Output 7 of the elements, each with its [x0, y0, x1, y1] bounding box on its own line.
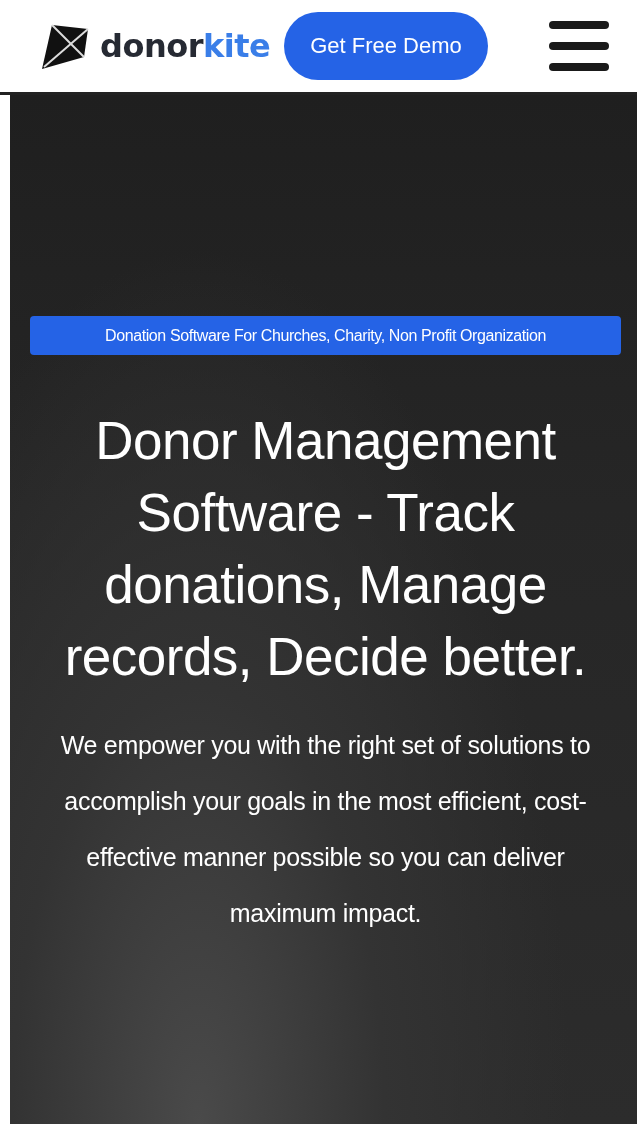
kite-logo-icon: [40, 21, 90, 71]
hero-description: We empower you with the right set of solutions to accomplish your goals in the most efficient, cost-effective manner possible so you can deliver maximum impact.: [59, 730, 592, 929]
logo-wordmark[interactable]: donorkite: [100, 27, 271, 65]
get-demo-button[interactable]: Get Free Demo: [284, 12, 488, 80]
hero-headline: Donor Management Software - Track donations, Manage records, Decide better.: [63, 410, 588, 688]
menu-icon[interactable]: [549, 21, 609, 71]
category-badge: Donation Software For Churches, Charity, Non Profit Organization: [30, 316, 621, 355]
